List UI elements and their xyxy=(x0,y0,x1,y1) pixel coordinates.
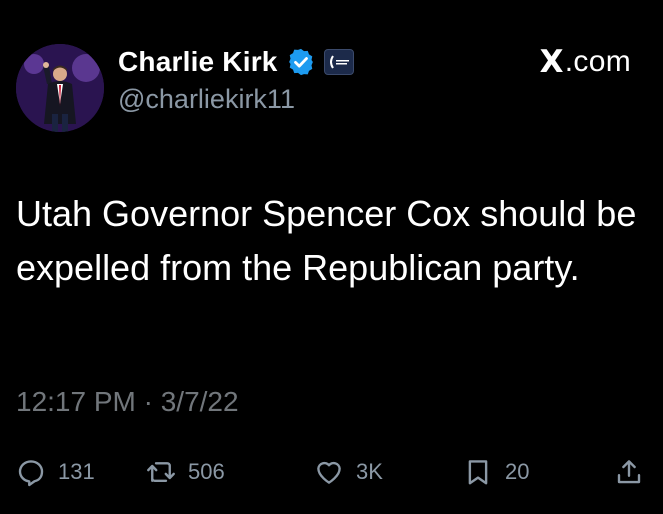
verified-badge-icon xyxy=(286,47,316,77)
brand-domain: .com xyxy=(564,45,631,78)
heart-icon xyxy=(317,461,341,484)
tweet-text: Utah Governor Spencer Cox should be expe… xyxy=(16,193,637,288)
bookmark-count: 20 xyxy=(505,459,530,484)
author-handle[interactable]: @charliekirk11 xyxy=(118,84,295,115)
author-name-row: Charlie Kirk xyxy=(118,44,354,80)
x-brand-watermark: X .com xyxy=(540,44,631,80)
tweet-action-bar: 131 506 3K 20 xyxy=(16,454,646,490)
tweet-timestamp[interactable]: 12:17 PM · 3/7/22 xyxy=(16,386,239,418)
retweet-icon xyxy=(147,462,175,482)
reply-icon xyxy=(18,460,44,487)
affiliate-org-badge-icon[interactable] xyxy=(323,49,354,75)
reply-button[interactable]: 131 xyxy=(16,454,95,490)
like-button[interactable]: 3K xyxy=(314,454,383,490)
retweet-button[interactable]: 506 xyxy=(146,454,225,490)
like-count: 3K xyxy=(356,459,383,484)
avatar-photo xyxy=(16,44,104,132)
bookmark-button[interactable]: 20 xyxy=(463,454,529,490)
share-button[interactable] xyxy=(614,454,644,490)
reply-count: 131 xyxy=(58,459,95,484)
author-avatar[interactable] xyxy=(16,44,104,132)
x-logo-icon: X xyxy=(539,44,564,80)
share-icon xyxy=(617,460,641,484)
retweet-count: 506 xyxy=(188,459,225,484)
author-display-name[interactable]: Charlie Kirk xyxy=(118,46,278,78)
bookmark-icon xyxy=(468,460,488,485)
